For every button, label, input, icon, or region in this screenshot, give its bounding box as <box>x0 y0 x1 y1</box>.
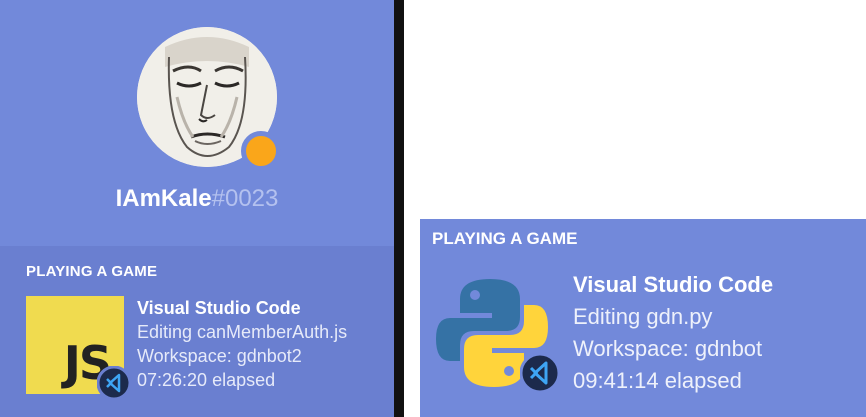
game-title: Visual Studio Code <box>137 298 301 318</box>
activity-details-line: Editing canMemberAuth.js <box>137 322 348 342</box>
elapsed-time: 09:41:14 elapsed <box>573 368 742 393</box>
activity-heading: PLAYING A GAME <box>26 263 158 280</box>
game-title: Visual Studio Code <box>573 272 774 297</box>
panel-divider <box>394 0 404 417</box>
activity-card: PLAYING A GAME Visual Studio Code Editin… <box>420 219 866 417</box>
activity-details: Visual Studio Code Editing gdn.py Worksp… <box>573 269 773 397</box>
elapsed-time: 07:26:20 elapsed <box>137 370 276 390</box>
activity-details: Visual Studio Code Editing canMemberAuth… <box>137 296 347 392</box>
username-discriminator: #0023 <box>211 185 279 212</box>
activity-state-line: Workspace: gdnbot <box>573 336 763 361</box>
username-name: IAmKale <box>115 185 212 212</box>
profile-header: IAmKale#0023 <box>0 0 394 246</box>
activity-state-line: Workspace: gdnbot2 <box>137 346 302 366</box>
vscode-icon <box>97 366 131 400</box>
username: IAmKale#0023 <box>0 185 394 213</box>
activity-heading: PLAYING A GAME <box>432 229 578 248</box>
profile-card: IAmKale#0023 PLAYING A GAME JS Visual St… <box>0 0 404 417</box>
status-idle-indicator <box>241 131 281 171</box>
activity-details-line: Editing gdn.py <box>573 304 713 329</box>
activity-section: PLAYING A GAME JS Visual Studio Code Edi… <box>0 246 394 417</box>
vscode-icon <box>520 353 560 393</box>
avatar[interactable] <box>137 27 281 171</box>
